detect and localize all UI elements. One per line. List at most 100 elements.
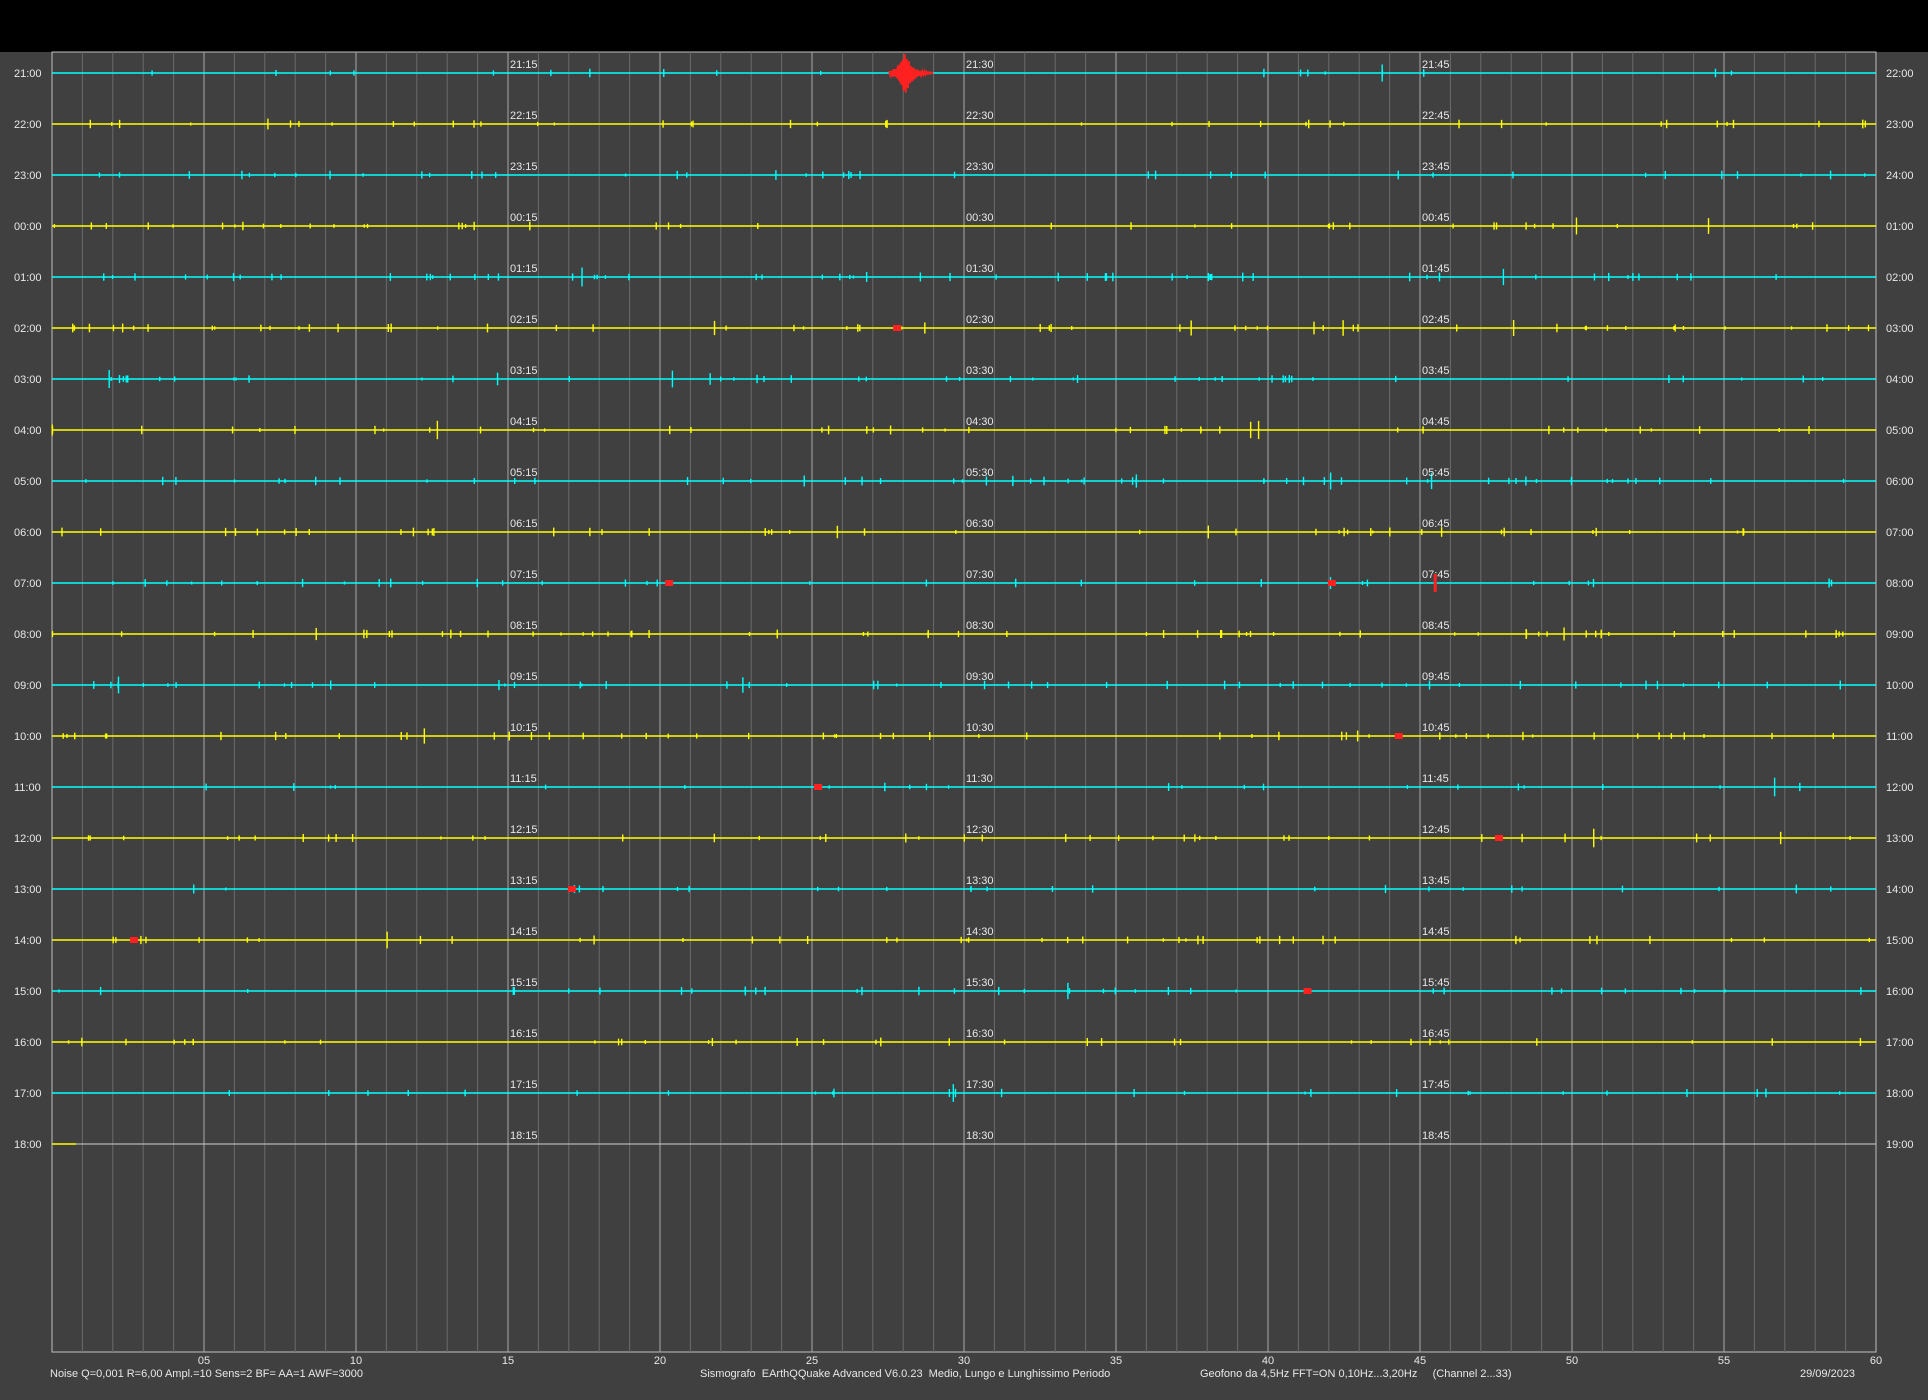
quarter-label-45: 23:45 <box>1422 161 1450 173</box>
quarter-label-15: 00:15 <box>510 212 538 224</box>
quarter-label-45: 16:45 <box>1422 1028 1450 1040</box>
quarter-label-15: 17:15 <box>510 1079 538 1091</box>
quarter-label-15: 23:15 <box>510 161 538 173</box>
quarter-label-45: 21:45 <box>1422 59 1450 71</box>
footer-params: Noise Q=0,001 R=6,00 Ampl.=10 Sens=2 BF=… <box>50 1368 363 1380</box>
quarter-label-45: 10:45 <box>1422 722 1450 734</box>
quarter-label-30: 21:30 <box>966 59 994 71</box>
quarter-label-30: 17:30 <box>966 1079 994 1091</box>
row-time-right: 08:00 <box>1886 578 1914 590</box>
x-tick-label: 45 <box>1414 1355 1426 1367</box>
row-time-right: 07:00 <box>1886 527 1914 539</box>
quarter-label-30: 23:30 <box>966 161 994 173</box>
x-tick-label: 50 <box>1566 1355 1578 1367</box>
row-time-left: 02:00 <box>14 323 42 335</box>
quarter-label-30: 07:30 <box>966 569 994 581</box>
row-time-left: 14:00 <box>14 935 42 947</box>
row-time-left: 09:00 <box>14 680 42 692</box>
quarter-label-15: 11:15 <box>510 773 537 785</box>
quarter-label-15: 09:15 <box>510 671 538 683</box>
row-time-right: 05:00 <box>1886 425 1914 437</box>
row-time-left: 12:00 <box>14 833 42 845</box>
quarter-label-15: 14:15 <box>510 926 538 938</box>
quarter-label-15: 06:15 <box>510 518 538 530</box>
row-time-right: 11:00 <box>1886 731 1913 743</box>
quarter-label-15: 08:15 <box>510 620 538 632</box>
quarter-label-15: 12:15 <box>510 824 538 836</box>
quarter-label-15: 10:15 <box>510 722 538 734</box>
quarter-label-45: 11:45 <box>1422 773 1449 785</box>
quarter-label-45: 12:45 <box>1422 824 1450 836</box>
footer-date: 29/09/2023 <box>1800 1368 1856 1380</box>
row-time-left: 13:00 <box>14 884 42 896</box>
row-time-left: 22:00 <box>14 119 42 131</box>
quarter-label-30: 01:30 <box>966 263 994 275</box>
row-time-right: 04:00 <box>1886 374 1914 386</box>
row-time-left: 21:00 <box>14 68 42 80</box>
event-marker <box>130 937 139 943</box>
quarter-label-15: 15:15 <box>510 977 538 989</box>
quarter-label-30: 18:30 <box>966 1130 994 1142</box>
row-time-right: 23:00 <box>1886 119 1914 131</box>
quarter-label-45: 17:45 <box>1422 1079 1450 1091</box>
quarter-label-45: 02:45 <box>1422 314 1450 326</box>
event-marker <box>893 325 902 331</box>
row-time-left: 06:00 <box>14 527 42 539</box>
row-time-left: 07:00 <box>14 578 42 590</box>
row-time-left: 01:00 <box>14 272 42 284</box>
row-time-right: 24:00 <box>1886 170 1914 182</box>
row-time-right: 12:00 <box>1886 782 1914 794</box>
quarter-label-45: 08:45 <box>1422 620 1450 632</box>
event-marker <box>814 784 823 790</box>
row-time-left: 08:00 <box>14 629 42 641</box>
row-time-right: 14:00 <box>1886 884 1914 896</box>
row-time-left: 03:00 <box>14 374 42 386</box>
event-marker <box>1394 733 1403 739</box>
seismograph-window: 05 10 15 20 25 30 35 40 45 50 55 60 21:00 22:00 21:15 2… <box>0 0 1928 1400</box>
x-tick-label: 55 <box>1718 1355 1730 1367</box>
x-tick-label: 20 <box>654 1355 666 1367</box>
x-tick-label: 25 <box>806 1355 818 1367</box>
row-time-left: 16:00 <box>14 1037 42 1049</box>
quarter-label-30: 00:30 <box>966 212 994 224</box>
quarter-label-45: 14:45 <box>1422 926 1450 938</box>
quarter-label-45: 09:45 <box>1422 671 1450 683</box>
quarter-label-15: 02:15 <box>510 314 538 326</box>
status-footer: Noise Q=0,001 R=6,00 Ampl.=10 Sens=2 BF=… <box>0 1368 1928 1388</box>
quarter-label-30: 05:30 <box>966 467 994 479</box>
quarter-label-45: 13:45 <box>1422 875 1450 887</box>
event-marker <box>1327 580 1336 586</box>
quarter-label-45: 03:45 <box>1422 365 1450 377</box>
x-tick-label: 60 <box>1870 1355 1882 1367</box>
row-time-left: 04:00 <box>14 425 42 437</box>
quarter-label-15: 01:15 <box>510 263 538 275</box>
row-time-left: 18:00 <box>14 1139 42 1151</box>
quarter-label-30: 12:30 <box>966 824 994 836</box>
x-tick-label: 30 <box>958 1355 970 1367</box>
quarter-label-30: 16:30 <box>966 1028 994 1040</box>
quarter-label-30: 13:30 <box>966 875 994 887</box>
quarter-label-30: 08:30 <box>966 620 994 632</box>
quarter-label-15: 13:15 <box>510 875 538 887</box>
quarter-label-45: 05:45 <box>1422 467 1450 479</box>
row-time-right: 03:00 <box>1886 323 1914 335</box>
x-tick-label: 15 <box>502 1355 514 1367</box>
row-time-left: 10:00 <box>14 731 42 743</box>
row-time-left: 05:00 <box>14 476 42 488</box>
event-marker <box>1303 988 1312 994</box>
footer-software: Sismografo EArthQQuake Advanced V6.0.23 … <box>700 1368 1111 1380</box>
quarter-label-30: 22:30 <box>966 110 994 122</box>
row-time-right: 16:00 <box>1886 986 1914 998</box>
quarter-label-15: 16:15 <box>510 1028 538 1040</box>
quarter-label-45: 18:45 <box>1422 1130 1450 1142</box>
row-time-right: 13:00 <box>1886 833 1914 845</box>
row-time-right: 19:00 <box>1886 1139 1914 1151</box>
quarter-label-15: 21:15 <box>510 59 538 71</box>
quarter-label-15: 04:15 <box>510 416 538 428</box>
row-time-left: 00:00 <box>14 221 42 233</box>
quarter-label-45: 01:45 <box>1422 263 1450 275</box>
row-time-left: 15:00 <box>14 986 42 998</box>
event-marker <box>567 886 576 892</box>
quarter-label-30: 11:30 <box>966 773 993 785</box>
quarter-label-15: 03:15 <box>510 365 538 377</box>
